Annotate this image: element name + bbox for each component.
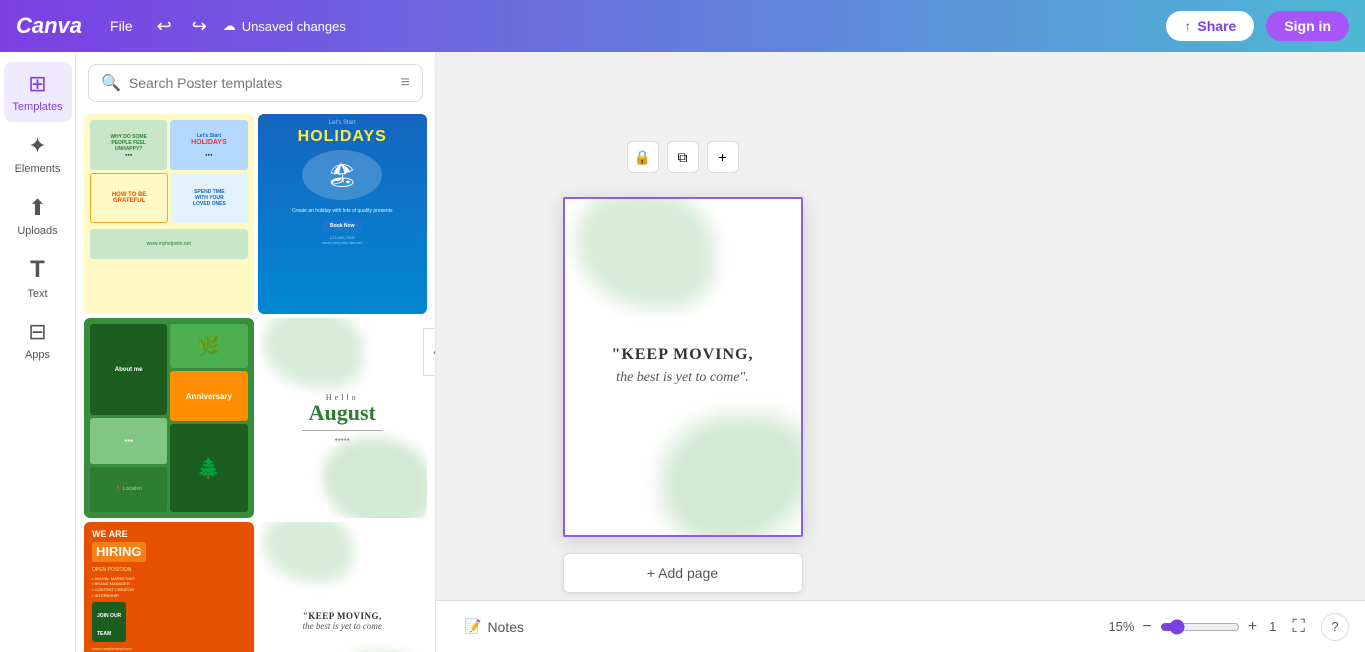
templates-icon: ⊞ bbox=[28, 71, 46, 97]
signin-button[interactable]: Sign in bbox=[1266, 11, 1349, 41]
add-page-button[interactable]: + Add page bbox=[563, 553, 803, 593]
poster-floating-actions: 🔒 ⧉ + bbox=[627, 141, 739, 173]
sidebar-label-elements: Elements bbox=[15, 163, 61, 175]
header: Canva File ↩ ↪ ☁ Unsaved changes ↑ Share… bbox=[0, 0, 1365, 52]
sidebar-item-elements[interactable]: ✦ Elements bbox=[4, 124, 72, 184]
poster-card[interactable]: "KEEP MOVING, the best is yet to come". bbox=[563, 197, 803, 537]
elements-icon: ✦ bbox=[28, 133, 46, 159]
sidebar-label-uploads: Uploads bbox=[17, 225, 57, 237]
cloud-icon: ☁ bbox=[223, 18, 236, 34]
share-button[interactable]: ↑ Share bbox=[1166, 11, 1254, 41]
poster-quote-main: "KEEP MOVING, bbox=[576, 346, 788, 364]
poster-text-container: "KEEP MOVING, the best is yet to come". bbox=[576, 346, 788, 388]
poster-add-button[interactable]: + bbox=[707, 141, 739, 173]
sidebar-item-templates[interactable]: ⊞ Templates bbox=[4, 62, 72, 122]
notes-label: Notes bbox=[487, 619, 524, 635]
notes-button[interactable]: 📝 Notes bbox=[452, 612, 536, 641]
page-counter: 1 bbox=[1269, 619, 1276, 634]
sidebar-item-text[interactable]: T Text bbox=[4, 248, 72, 308]
sidebar-label-apps: Apps bbox=[25, 349, 50, 361]
unsaved-indicator: ☁ Unsaved changes bbox=[223, 18, 346, 34]
watercolor-blob-bottom bbox=[661, 415, 803, 537]
poster-copy-button[interactable]: ⧉ bbox=[667, 141, 699, 173]
canva-logo: Canva bbox=[16, 13, 82, 39]
template-card-1[interactable]: WHY DO SOMEPEOPLE FEELUNHAPPY?●●● Let's … bbox=[84, 114, 254, 314]
poster-lock-button[interactable]: 🔒 bbox=[627, 141, 659, 173]
share-icon: ↑ bbox=[1184, 18, 1191, 34]
search-icon: 🔍 bbox=[101, 73, 121, 93]
notes-icon: 📝 bbox=[464, 618, 481, 635]
help-button[interactable]: ? bbox=[1321, 613, 1349, 641]
search-input[interactable] bbox=[129, 75, 393, 91]
uploads-icon: ⬆ bbox=[28, 195, 46, 221]
collapse-panel-button[interactable]: ‹ bbox=[423, 328, 436, 376]
search-bar: 🔍 ≡ bbox=[88, 64, 423, 102]
text-icon: T bbox=[30, 256, 45, 284]
sidebar: ⊞ Templates ✦ Elements ⬆ Uploads T Text … bbox=[0, 52, 76, 652]
file-button[interactable]: File bbox=[102, 14, 141, 38]
share-label: Share bbox=[1197, 18, 1236, 34]
filter-icon[interactable]: ≡ bbox=[401, 74, 410, 92]
redo-button[interactable]: ↪ bbox=[188, 12, 211, 41]
watercolor-blob-top bbox=[575, 197, 715, 309]
fullscreen-button[interactable]: ⛶ bbox=[1288, 612, 1309, 641]
status-bar: 📝 Notes 15% − + 1 ⛶ ? bbox=[436, 600, 1365, 652]
zoom-minus-icon[interactable]: − bbox=[1142, 618, 1151, 636]
zoom-slider[interactable] bbox=[1160, 619, 1240, 635]
sidebar-label-templates: Templates bbox=[12, 101, 62, 113]
sidebar-item-uploads[interactable]: ⬆ Uploads bbox=[4, 186, 72, 246]
template-card-4[interactable]: Hello August ●●●●● bbox=[258, 318, 428, 518]
template-card-2[interactable]: Let's Start HOLIDAYS 🏖 Create an holiday… bbox=[258, 114, 428, 314]
template-card-3[interactable]: About me ●●● 📍 Location 🌿 Anniversary 🌲 bbox=[84, 318, 254, 518]
zoom-percent: 15% bbox=[1108, 619, 1134, 634]
templates-panel: 🔍 ≡ WHY DO SOMEPEOPLE FEELUNHAPPY?●●● Le… bbox=[76, 52, 436, 652]
templates-grid: WHY DO SOMEPEOPLE FEELUNHAPPY?●●● Let's … bbox=[76, 114, 435, 652]
zoom-plus-icon[interactable]: + bbox=[1248, 618, 1257, 636]
undo-button[interactable]: ↩ bbox=[153, 12, 176, 41]
apps-icon: ⊟ bbox=[28, 319, 46, 345]
unsaved-label: Unsaved changes bbox=[242, 19, 346, 34]
zoom-control: 15% − + bbox=[1108, 618, 1257, 636]
sidebar-label-text: Text bbox=[27, 288, 47, 300]
poster-quote-sub: the best is yet to come". bbox=[576, 368, 788, 388]
sidebar-item-apps[interactable]: ⊟ Apps bbox=[4, 310, 72, 370]
template-card-6[interactable]: "KEEP MOVING, the best is yet to come bbox=[258, 522, 428, 652]
template-card-5[interactable]: WE ARE HIRING OPEN POSITION • DIGITAL MA… bbox=[84, 522, 254, 652]
poster-wrapper: 🔒 ⧉ + "KEEP MOVING, the best is yet to c… bbox=[563, 101, 803, 633]
